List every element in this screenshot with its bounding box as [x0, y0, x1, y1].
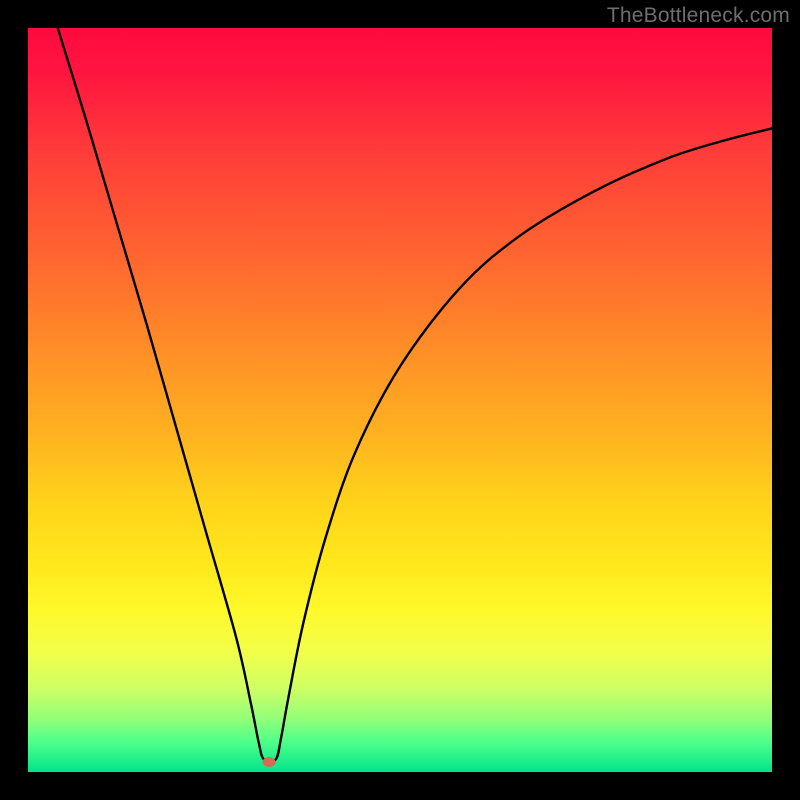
watermark-label: TheBottleneck.com: [607, 4, 790, 28]
minimum-marker-icon: [263, 757, 276, 767]
chart-frame: TheBottleneck.com: [0, 0, 800, 800]
bottleneck-curve: [28, 28, 772, 772]
chart-plot-area: [28, 28, 772, 772]
